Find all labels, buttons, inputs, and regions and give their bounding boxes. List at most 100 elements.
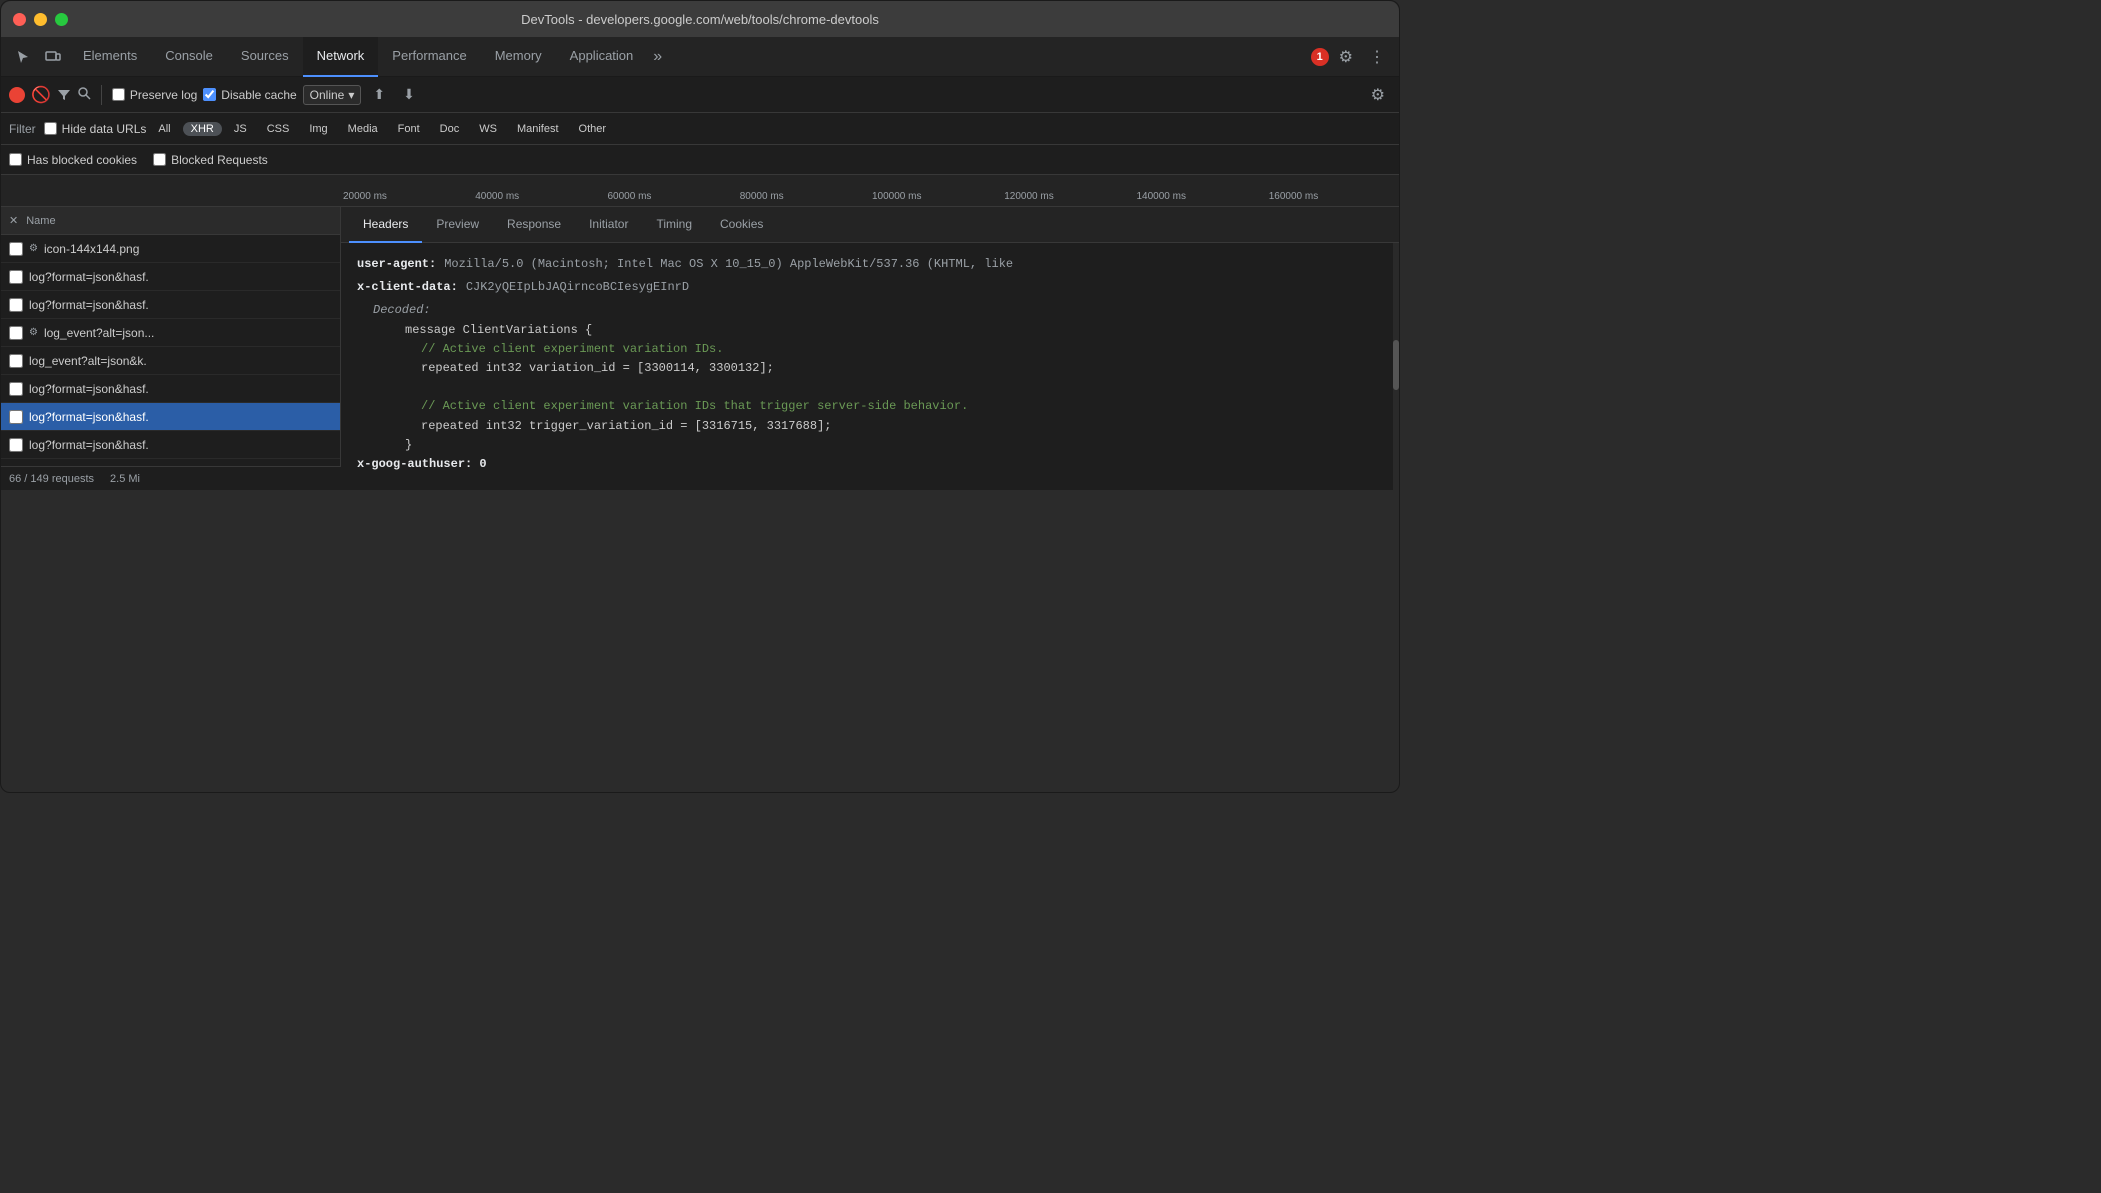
requests-count: 66 / 149 requests (9, 473, 94, 485)
request-item[interactable]: log?format=json&hasf. (1, 431, 340, 459)
request-item[interactable]: log?format=json&hasf. (1, 375, 340, 403)
request-checkbox[interactable] (9, 270, 23, 284)
tab-initiator[interactable]: Initiator (575, 207, 642, 243)
network-settings-button[interactable]: ⚙ (1365, 81, 1391, 109)
user-agent-value: Mozilla/5.0 (Macintosh; Intel Mac OS X 1… (444, 255, 1013, 274)
disable-cache-label[interactable]: Disable cache (203, 88, 296, 102)
separator-1 (101, 85, 102, 105)
toolbar-right: 1 ⚙ ⋮ (1311, 43, 1391, 71)
proto-label: message ClientVariations { (389, 321, 1383, 340)
filter-all[interactable]: All (150, 122, 178, 136)
request-name: icon-144x144.png (44, 242, 332, 256)
tab-network[interactable]: Network (303, 37, 379, 77)
tab-sources[interactable]: Sources (227, 37, 303, 77)
filter-css[interactable]: CSS (259, 122, 298, 136)
request-name: log_event?alt=json&k. (29, 354, 332, 368)
device-toggle-button[interactable] (39, 45, 67, 69)
tab-memory[interactable]: Memory (481, 37, 556, 77)
name-column-header: Name (26, 215, 332, 227)
minimize-button[interactable] (34, 13, 47, 26)
x-client-data-row: x-client-data: CJK2yQEIpLbJAQirncoBCIesy… (357, 278, 1383, 297)
maximize-button[interactable] (55, 13, 68, 26)
hide-data-urls-label[interactable]: Hide data URLs (44, 122, 147, 136)
timeline-ruler: 20000 ms 40000 ms 60000 ms 80000 ms 1000… (1, 191, 1399, 202)
blocked-bar: Has blocked cookies Blocked Requests (1, 145, 1399, 175)
blocked-requests-label[interactable]: Blocked Requests (153, 153, 268, 167)
import-button[interactable]: ⬆ (367, 82, 391, 107)
search-button[interactable] (77, 86, 91, 103)
request-name: log?format=json&hasf. (29, 382, 332, 396)
tab-preview[interactable]: Preview (422, 207, 493, 243)
x-goog-label: x-goog-authuser: 0 (357, 455, 487, 474)
request-checkbox[interactable] (9, 382, 23, 396)
timeline-header: 20000 ms 40000 ms 60000 ms 80000 ms 1000… (1, 175, 1399, 207)
repeated2: repeated int32 trigger_variation_id = [3… (389, 417, 1383, 436)
cursor-icon-button[interactable] (9, 45, 37, 69)
proto-block: message ClientVariations { // Active cli… (373, 321, 1383, 455)
tab-list: Elements Console Sources Network Perform… (69, 37, 1309, 76)
more-tabs-button[interactable]: » (647, 44, 668, 70)
tab-performance[interactable]: Performance (378, 37, 480, 77)
detail-content[interactable]: user-agent: Mozilla/5.0 (Macintosh; Inte… (341, 243, 1399, 490)
request-checkbox[interactable] (9, 438, 23, 452)
tab-response[interactable]: Response (493, 207, 575, 243)
hide-data-urls-checkbox[interactable] (44, 122, 57, 135)
blocked-requests-checkbox[interactable] (153, 153, 166, 166)
export-button[interactable]: ⬇ (397, 82, 421, 107)
filter-button[interactable] (57, 88, 71, 102)
tab-headers[interactable]: Headers (349, 207, 422, 243)
request-panel: ✕ Name ⚙ icon-144x144.png log?format=jso… (1, 207, 341, 490)
filter-other[interactable]: Other (571, 122, 615, 136)
filter-doc[interactable]: Doc (432, 122, 468, 136)
preserve-log-label[interactable]: Preserve log (112, 88, 197, 102)
request-list[interactable]: ⚙ icon-144x144.png log?format=json&hasf.… (1, 235, 340, 490)
decoded-section: Decoded: message ClientVariations { // A… (357, 301, 1383, 455)
detail-panel: Headers Preview Response Initiator Timin… (341, 207, 1399, 490)
request-checkbox[interactable] (9, 326, 23, 340)
filter-ws[interactable]: WS (471, 122, 505, 136)
tab-console[interactable]: Console (151, 37, 227, 77)
tick-6: 120000 ms (1002, 191, 1134, 202)
record-button[interactable] (9, 87, 25, 103)
filter-js[interactable]: JS (226, 122, 255, 136)
filter-manifest[interactable]: Manifest (509, 122, 567, 136)
request-item[interactable]: log_event?alt=json&k. (1, 347, 340, 375)
detail-scrollbar[interactable] (1393, 243, 1399, 490)
detail-tabs: Headers Preview Response Initiator Timin… (341, 207, 1399, 243)
request-checkbox[interactable] (9, 242, 23, 256)
request-checkbox[interactable] (9, 410, 23, 424)
titlebar: DevTools - developers.google.com/web/too… (1, 1, 1399, 37)
close-panel-button[interactable]: ✕ (9, 214, 18, 227)
has-blocked-cookies-checkbox[interactable] (9, 153, 22, 166)
tab-timing[interactable]: Timing (642, 207, 706, 243)
filter-img[interactable]: Img (301, 122, 335, 136)
request-checkbox[interactable] (9, 354, 23, 368)
request-checkbox[interactable] (9, 298, 23, 312)
filter-font[interactable]: Font (390, 122, 428, 136)
request-item[interactable]: log?format=json&hasf. (1, 291, 340, 319)
disable-cache-checkbox[interactable] (203, 88, 216, 101)
tab-application[interactable]: Application (556, 37, 648, 77)
more-options-button[interactable]: ⋮ (1363, 43, 1391, 71)
scrollbar-thumb[interactable] (1393, 340, 1399, 390)
request-item[interactable]: ⚙ icon-144x144.png (1, 235, 340, 263)
transfer-size: 2.5 Mi (110, 473, 140, 485)
request-item-selected[interactable]: log?format=json&hasf. (1, 403, 340, 431)
comment1: // Active client experiment variation ID… (389, 340, 1383, 359)
tick-4: 80000 ms (738, 191, 870, 202)
tab-cookies[interactable]: Cookies (706, 207, 777, 243)
request-name: log_event?alt=json... (44, 326, 332, 340)
request-item[interactable]: ⚙ log_event?alt=json... (1, 319, 340, 347)
request-list-header: ✕ Name (1, 207, 340, 235)
filter-xhr[interactable]: XHR (183, 122, 222, 136)
request-item[interactable]: log?format=json&hasf. (1, 263, 340, 291)
preserve-log-checkbox[interactable] (112, 88, 125, 101)
close-button[interactable] (13, 13, 26, 26)
filter-media[interactable]: Media (340, 122, 386, 136)
tab-elements[interactable]: Elements (69, 37, 151, 77)
stop-button[interactable]: 🚫 (31, 85, 51, 105)
settings-button[interactable]: ⚙ (1333, 43, 1359, 71)
throttle-selector[interactable]: Online ▾ (303, 85, 362, 105)
has-blocked-cookies-label[interactable]: Has blocked cookies (9, 153, 137, 167)
split-container: ✕ Name ⚙ icon-144x144.png log?format=jso… (1, 207, 1399, 490)
